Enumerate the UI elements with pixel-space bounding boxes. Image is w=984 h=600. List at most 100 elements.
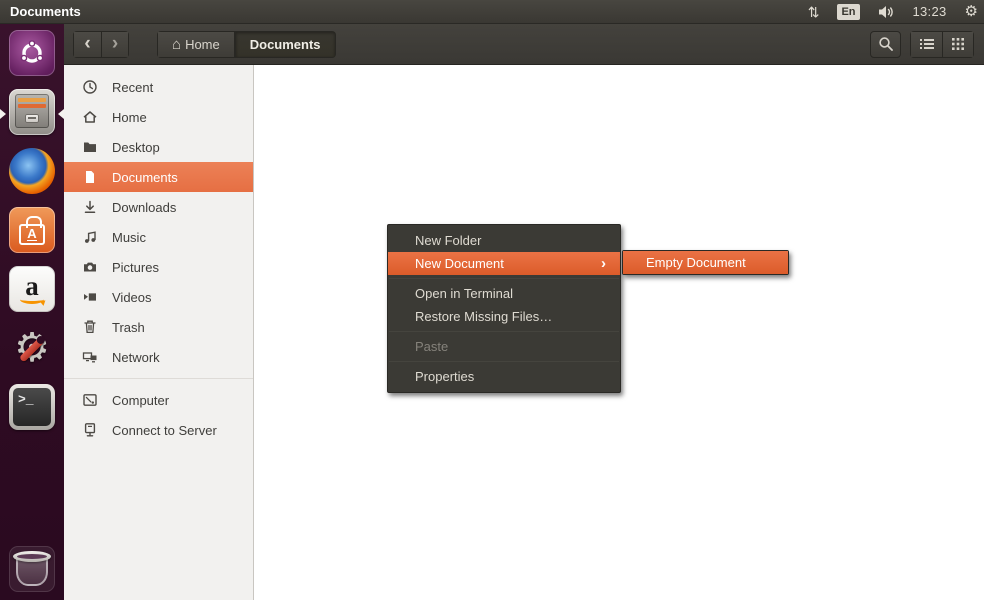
chevron-right-icon: ›	[112, 34, 118, 53]
menu-separator	[389, 331, 619, 332]
menu-item-restore-missing-files[interactable]: Restore Missing Files…	[388, 305, 620, 328]
menu-item-label: New Folder	[415, 229, 606, 252]
trash-icon[interactable]	[9, 546, 55, 592]
sidebar-item-computer[interactable]: Computer	[64, 385, 253, 415]
search-icon	[878, 36, 894, 52]
sidebar-item-desktop[interactable]: Desktop	[64, 132, 253, 162]
menu-item-label: Paste	[415, 335, 606, 358]
sidebar-item-home[interactable]: Home	[64, 102, 253, 132]
menu-item-label: Open in Terminal	[415, 282, 606, 305]
new-document-submenu: Empty Document	[622, 250, 789, 275]
grid-view-icon	[951, 37, 965, 51]
sound-indicator[interactable]	[878, 5, 895, 19]
network-indicator[interactable]: ⇅	[808, 5, 820, 19]
trash-rim-icon	[13, 551, 51, 562]
network-icon	[82, 349, 98, 365]
sidebar-item-label: Network	[112, 350, 160, 365]
trash-can-icon	[82, 319, 98, 335]
sidebar-item-connect-to-server[interactable]: Connect to Server	[64, 415, 253, 445]
focused-arrow-icon	[58, 109, 64, 119]
sidebar-item-documents[interactable]: Documents	[64, 162, 253, 192]
nav-button-group: ‹ ›	[73, 31, 129, 58]
clock-indicator[interactable]: 13:23	[913, 4, 947, 19]
sidebar-item-label: Pictures	[112, 260, 159, 275]
home-icon	[82, 109, 98, 125]
document-icon	[82, 169, 98, 185]
sidebar-item-trash[interactable]: Trash	[64, 312, 253, 342]
list-view-icon	[919, 37, 935, 51]
folder-icon	[82, 139, 98, 155]
context-menu: New Folder New Document › Open in Termin…	[387, 224, 621, 393]
running-pip-icon	[0, 109, 6, 119]
terminal-icon[interactable]: >_	[9, 384, 55, 430]
sidebar-item-network[interactable]: Network	[64, 342, 253, 372]
music-note-icon	[82, 229, 98, 245]
home-icon: ⌂	[172, 36, 181, 53]
firefox-icon[interactable]	[9, 148, 55, 194]
search-button[interactable]	[870, 31, 901, 58]
video-icon	[82, 289, 98, 305]
sidebar-item-label: Computer	[112, 393, 169, 408]
menu-item-open-in-terminal[interactable]: Open in Terminal	[388, 282, 620, 305]
unity-launcher: A a ⚙ >_	[0, 24, 64, 600]
sidebar-item-pictures[interactable]: Pictures	[64, 252, 253, 282]
server-icon	[82, 422, 98, 438]
sidebar-item-label: Desktop	[112, 140, 160, 155]
places-sidebar: Recent Home Desktop Documents Downloads …	[64, 65, 254, 600]
menu-item-new-folder[interactable]: New Folder	[388, 229, 620, 252]
menu-item-label: Properties	[415, 365, 606, 388]
software-center-icon[interactable]: A	[9, 207, 55, 253]
sidebar-item-videos[interactable]: Videos	[64, 282, 253, 312]
amazon-icon[interactable]: a	[9, 266, 55, 312]
breadcrumb-documents-label: Documents	[250, 37, 321, 52]
files-icon[interactable]	[9, 89, 55, 135]
speaker-icon	[878, 5, 895, 19]
file-cabinet-icon	[15, 94, 49, 128]
chevron-left-icon: ‹	[84, 34, 90, 53]
window-title: Documents	[10, 4, 81, 19]
menu-item-properties[interactable]: Properties	[388, 365, 620, 388]
sidebar-item-label: Music	[112, 230, 146, 245]
circle-of-friends-icon	[18, 39, 46, 67]
amazon-smile-icon	[20, 295, 44, 304]
view-toggle-group	[910, 31, 974, 58]
updown-arrows-icon: ⇅	[808, 5, 820, 19]
gear-icon: ⚙	[965, 4, 978, 19]
back-button[interactable]: ‹	[73, 31, 101, 58]
menu-item-paste: Paste	[388, 335, 620, 358]
download-icon	[82, 199, 98, 215]
top-panel: Documents ⇅ En 13:23 ⚙	[0, 0, 984, 24]
sidebar-item-label: Connect to Server	[112, 423, 217, 438]
forward-button[interactable]: ›	[101, 31, 129, 58]
breadcrumb-home[interactable]: ⌂ Home	[157, 31, 235, 58]
software-letter: A	[27, 227, 36, 241]
clock-icon	[82, 79, 98, 95]
sidebar-item-label: Recent	[112, 80, 153, 95]
keyboard-indicator[interactable]: En	[837, 4, 859, 20]
sidebar-item-label: Videos	[112, 290, 152, 305]
drive-icon	[82, 392, 98, 408]
terminal-screen-icon: >_	[13, 388, 51, 426]
menu-separator	[389, 278, 619, 279]
grid-view-button[interactable]	[942, 31, 974, 58]
sidebar-item-downloads[interactable]: Downloads	[64, 192, 253, 222]
list-view-button[interactable]	[910, 31, 942, 58]
keyboard-layout-badge: En	[837, 4, 859, 20]
menu-item-label: Empty Document	[646, 251, 778, 274]
menu-item-label: Restore Missing Files…	[415, 305, 606, 328]
breadcrumb-home-label: Home	[185, 37, 220, 52]
sidebar-item-label: Home	[112, 110, 147, 125]
menu-item-new-document[interactable]: New Document ›	[388, 252, 620, 275]
session-indicator[interactable]: ⚙	[965, 4, 978, 19]
sidebar-item-recent[interactable]: Recent	[64, 72, 253, 102]
ubuntu-dash-icon[interactable]	[9, 30, 55, 76]
system-settings-icon[interactable]: ⚙	[9, 325, 55, 371]
sidebar-item-label: Trash	[112, 320, 145, 335]
menu-item-empty-document[interactable]: Empty Document	[623, 251, 788, 274]
menu-item-label: New Document	[415, 252, 601, 275]
nautilus-toolbar: ‹ › ⌂ Home Documents	[64, 24, 984, 65]
sidebar-separator	[64, 378, 253, 379]
breadcrumb: ⌂ Home Documents	[157, 31, 336, 58]
breadcrumb-documents[interactable]: Documents	[235, 31, 336, 58]
sidebar-item-music[interactable]: Music	[64, 222, 253, 252]
